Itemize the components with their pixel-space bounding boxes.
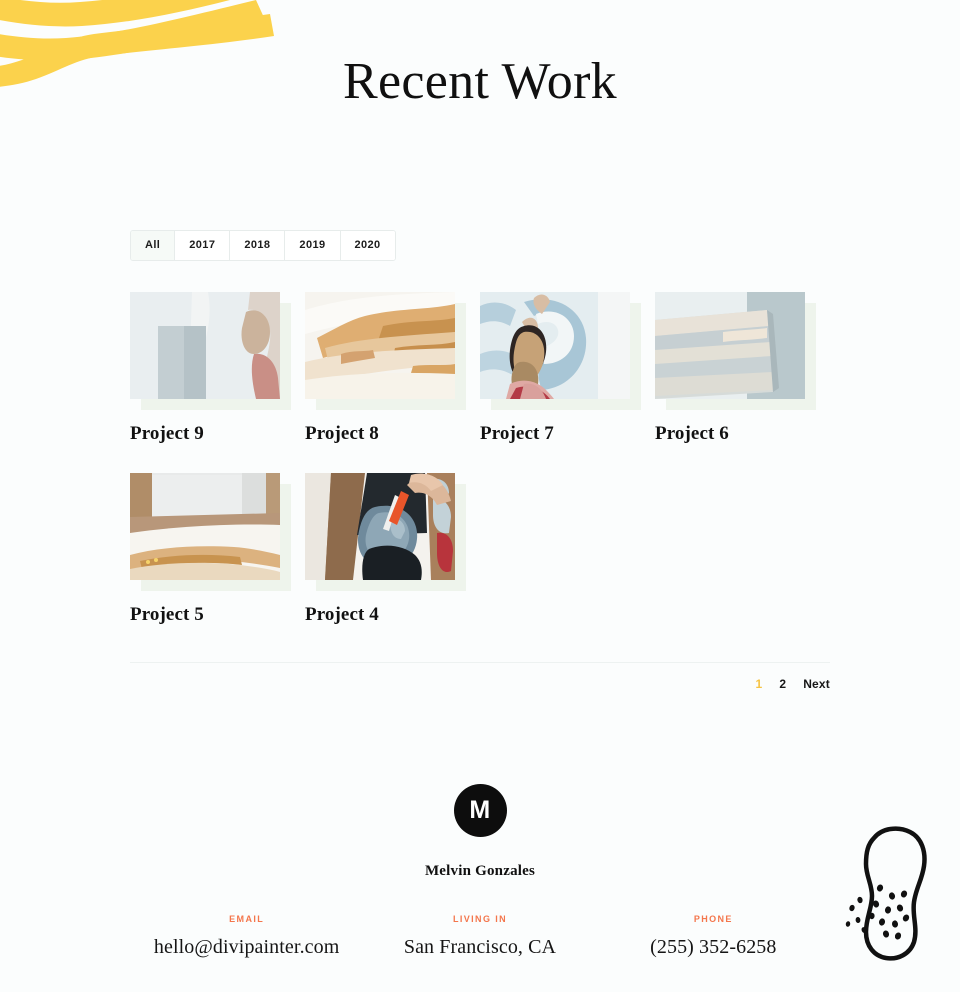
- pagination-next[interactable]: Next: [803, 677, 830, 691]
- project-thumbnail-wrap[interactable]: [305, 291, 466, 410]
- contact-email: Email hello@divipainter.com: [130, 914, 363, 959]
- project-title: Project 4: [305, 603, 379, 625]
- project-card[interactable]: Project 6: [655, 291, 830, 445]
- project-thumbnail-wrap[interactable]: [655, 291, 816, 410]
- project-thumbnail-image[interactable]: [130, 472, 280, 580]
- project-thumbnail-wrap[interactable]: [130, 472, 291, 591]
- contact-value-email[interactable]: hello@divipainter.com: [130, 936, 363, 959]
- logo-icon[interactable]: M: [453, 783, 507, 837]
- contact-location: Living In San Francisco, CA: [363, 914, 596, 959]
- contact-label-location: Living In: [452, 913, 508, 924]
- project-card[interactable]: Project 8: [305, 291, 480, 445]
- contact-value-location: San Francisco, CA: [403, 935, 557, 958]
- filter-2020[interactable]: 2020: [340, 230, 395, 260]
- footer-author-name: Melvin Gonzales: [424, 862, 536, 879]
- sponge-illustration: [842, 824, 952, 964]
- logo-letter: M: [469, 795, 491, 824]
- contact-label-email: Email: [229, 913, 265, 924]
- filter-2018[interactable]: 2018: [230, 230, 286, 260]
- project-thumbnail-image[interactable]: [305, 291, 455, 399]
- projects-grid: Project 9 Project 8 Project 7 Project 6 …: [130, 291, 830, 654]
- project-card[interactable]: Project 9: [130, 291, 305, 445]
- project-title: Project 7: [480, 422, 554, 444]
- filter-2019[interactable]: 2019: [285, 230, 341, 260]
- project-thumbnail-image[interactable]: [480, 291, 630, 399]
- project-title: Project 8: [305, 422, 379, 444]
- project-title: Project 9: [130, 422, 204, 444]
- filter-all[interactable]: All: [131, 230, 176, 260]
- pagination-page-2[interactable]: 2: [779, 677, 786, 691]
- content-container: All 2017 2018 2019 2020 Project 9 Projec…: [130, 229, 830, 959]
- contact-phone: Phone (255) 352-6258: [597, 914, 830, 959]
- pagination-page-1[interactable]: 1: [755, 677, 762, 691]
- project-card[interactable]: Project 4: [305, 472, 480, 626]
- project-filter-bar: All 2017 2018 2019 2020: [130, 229, 396, 261]
- project-thumbnail-image[interactable]: [130, 291, 280, 399]
- project-thumbnail-wrap[interactable]: [130, 291, 291, 410]
- pagination: 1 2 Next: [130, 663, 830, 691]
- page-title: Recent Work: [343, 53, 617, 110]
- contact-value-phone[interactable]: (255) 352-6258: [597, 936, 830, 959]
- project-thumbnail-wrap[interactable]: [305, 472, 466, 591]
- project-card[interactable]: Project 7: [480, 291, 655, 445]
- project-thumbnail-image[interactable]: [655, 291, 805, 399]
- project-title: Project 6: [655, 422, 729, 444]
- project-title: Project 5: [130, 603, 204, 625]
- project-card[interactable]: Project 5: [130, 472, 305, 626]
- contact-row: Email hello@divipainter.com Living In Sa…: [130, 914, 830, 959]
- project-thumbnail-image[interactable]: [305, 472, 455, 580]
- project-thumbnail-wrap[interactable]: [480, 291, 641, 410]
- filter-2017[interactable]: 2017: [175, 230, 231, 260]
- contact-label-phone: Phone: [693, 913, 733, 924]
- site-footer: M Melvin Gonzales Email hello@divipainte…: [130, 783, 830, 959]
